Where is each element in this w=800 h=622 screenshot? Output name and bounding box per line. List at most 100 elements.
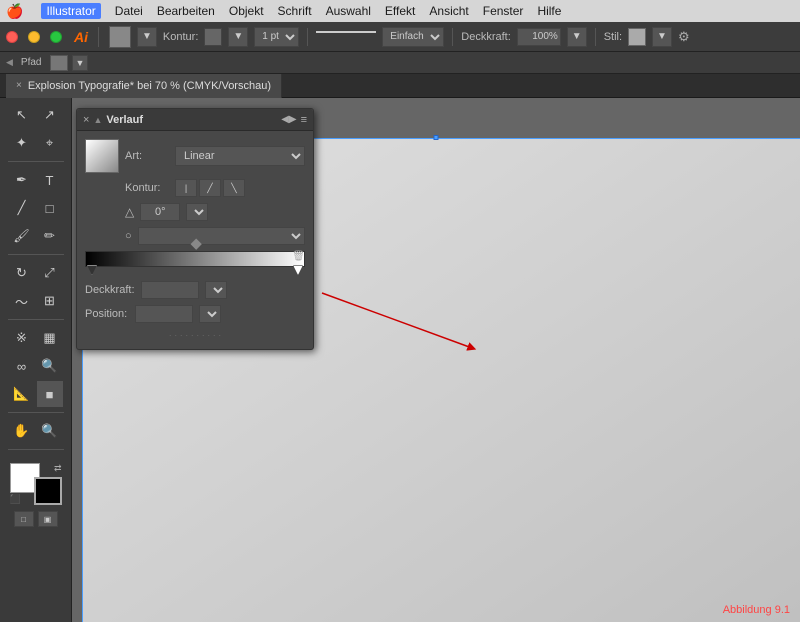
eyedropper-tool[interactable]: 🔍 (37, 353, 63, 379)
menu-schrift[interactable]: Schrift (278, 4, 312, 18)
magic-wand-tool[interactable]: ✦ (9, 130, 35, 156)
color-swatches: ⇄ ⬛ (10, 463, 62, 505)
toolbar2-arrow: ◀ (6, 57, 13, 68)
kontur-label: Kontur: (163, 31, 198, 43)
menu-effekt[interactable]: Effekt (385, 4, 415, 18)
reset-colors-icon[interactable]: ⬛ (10, 494, 21, 505)
gradient-tool[interactable]: ■ (37, 381, 63, 407)
opacity-dropdown-btn[interactable]: ▼ (567, 27, 587, 47)
normal-view-btn[interactable]: □ (14, 511, 34, 527)
free-transform-tool[interactable]: ⊞ (37, 288, 63, 314)
stroke-mode-btn[interactable]: ▼ (228, 27, 248, 47)
mode-btn[interactable]: ▼ (137, 27, 157, 47)
style-swatch[interactable] (628, 28, 646, 46)
panel-header-icons: ◀▶ ≡ (281, 114, 307, 126)
menu-ansicht[interactable]: Ansicht (429, 4, 468, 18)
menu-bearbeiten[interactable]: Bearbeiten (157, 4, 215, 18)
direct-select-tool[interactable]: ↗ (37, 102, 63, 128)
doc-tab-item[interactable]: × Explosion Typografie* bei 70 % (CMYK/V… (6, 74, 282, 98)
deckkraft-dropdown[interactable]: ▼ (205, 281, 227, 299)
zoom-tool[interactable]: 🔍 (37, 418, 63, 444)
stroke-style-preview (316, 31, 376, 45)
tool-row-5: 🖌 ✏ (9, 223, 63, 249)
close-traffic-light[interactable] (6, 31, 18, 43)
paintbrush-tool[interactable]: 🖌 (9, 223, 35, 249)
aspect-select[interactable] (138, 227, 305, 245)
gradient-bar-container: 🗑 (85, 251, 305, 267)
menu-objekt[interactable]: Objekt (229, 4, 264, 18)
deckkraft-label: Deckkraft: (85, 284, 135, 296)
art-select[interactable]: Linear Radial (175, 146, 305, 166)
deckkraft-input[interactable] (141, 281, 199, 299)
angle-input[interactable] (140, 203, 180, 221)
blend-tool[interactable]: ∞ (9, 353, 35, 379)
menu-fenster[interactable]: Fenster (483, 4, 524, 18)
style-label: Stil: (604, 31, 622, 43)
hand-tool[interactable]: ✋ (9, 418, 35, 444)
rect-tool[interactable]: □ (37, 195, 63, 221)
line-tool[interactable]: ╱ (9, 195, 35, 221)
position-dropdown[interactable]: ▼ (199, 305, 221, 323)
maximize-traffic-light[interactable] (50, 31, 62, 43)
lasso-tool[interactable]: ⌖ (37, 130, 63, 156)
kontur-btn-1[interactable]: | (175, 179, 197, 197)
tool-divider-1 (8, 161, 64, 162)
panel-collapse-icon[interactable]: ▲ (93, 115, 102, 125)
panel-gradient-swatch[interactable] (85, 139, 119, 173)
tool-row-2: ✦ ⌖ (9, 130, 63, 156)
panel-row-kontur: Kontur: | ╱ ╲ (85, 179, 305, 197)
select-tool[interactable]: ↖ (9, 102, 35, 128)
menu-auswahl[interactable]: Auswahl (326, 4, 371, 18)
panel-row-position: Position: ▼ (85, 305, 305, 323)
angle-dropdown[interactable]: ▼ (186, 203, 208, 221)
gradient-stop-white[interactable] (293, 265, 303, 275)
doc-title: Explosion Typografie* bei 70 % (CMYK/Vor… (28, 80, 271, 92)
panel-menu-btn[interactable]: ≡ (301, 114, 307, 126)
menu-hilfe[interactable]: Hilfe (537, 4, 561, 18)
style-dropdown-btn[interactable]: ▼ (652, 27, 672, 47)
swap-colors-icon[interactable]: ⇄ (54, 463, 62, 474)
kontur-btns: | ╱ ╲ (175, 179, 245, 197)
apple-icon[interactable]: 🍎 (6, 3, 23, 20)
pen-tool[interactable]: ✒ (9, 167, 35, 193)
pencil-tool[interactable]: ✏ (37, 223, 63, 249)
column-tool[interactable]: ▦ (37, 325, 63, 351)
position-input[interactable] (135, 305, 193, 323)
view-mode-btns: □ ▣ (14, 511, 58, 527)
kontur-btn-2[interactable]: ╱ (199, 179, 221, 197)
opacity-input[interactable] (517, 28, 561, 46)
gradient-stop-black[interactable] (87, 265, 97, 275)
panel-row-art: Art: Linear Radial (85, 139, 305, 173)
stroke-color-swatch[interactable] (34, 477, 62, 505)
warp-tool[interactable]: 〜 (9, 288, 35, 314)
scale-tool[interactable]: ⤢ (37, 260, 63, 286)
angle-icon: △ (125, 205, 134, 219)
path-mode-btn[interactable]: ▼ (72, 55, 89, 71)
measure-tool[interactable]: 📐 (9, 381, 35, 407)
tool-divider-3 (8, 319, 64, 320)
doc-close-btn[interactable]: × (16, 80, 22, 91)
stroke-swatch[interactable] (204, 28, 222, 46)
fill-swatch[interactable] (109, 26, 131, 48)
divider2 (307, 28, 308, 46)
path-label: Pfad (21, 57, 42, 68)
menu-illustrator[interactable]: Illustrator (41, 3, 100, 19)
tool-row-1: ↖ ↗ (9, 102, 63, 128)
canvas-handle-top[interactable] (434, 135, 439, 140)
stroke-weight-select[interactable]: 1 pt2 pt (254, 27, 299, 47)
rotate-tool[interactable]: ↻ (9, 260, 35, 286)
fullscreen-btn[interactable]: ▣ (38, 511, 58, 527)
panel-header: × ▲ Verlauf ◀▶ ≡ (77, 109, 313, 131)
delete-stop-icon[interactable]: 🗑 (292, 251, 305, 262)
symbol-tool[interactable]: ※ (9, 325, 35, 351)
minimize-traffic-light[interactable] (28, 31, 40, 43)
gradient-bar[interactable] (85, 251, 305, 267)
kontur-btn-3[interactable]: ╲ (223, 179, 245, 197)
menu-datei[interactable]: Datei (115, 4, 143, 18)
stroke-style-select[interactable]: Einfach (382, 27, 444, 47)
path-swatch[interactable] (50, 55, 68, 71)
panel-close-btn[interactable]: × (83, 114, 89, 126)
gear-icon[interactable]: ⚙ (678, 29, 690, 45)
type-tool[interactable]: T (37, 167, 63, 193)
divider4 (595, 28, 596, 46)
